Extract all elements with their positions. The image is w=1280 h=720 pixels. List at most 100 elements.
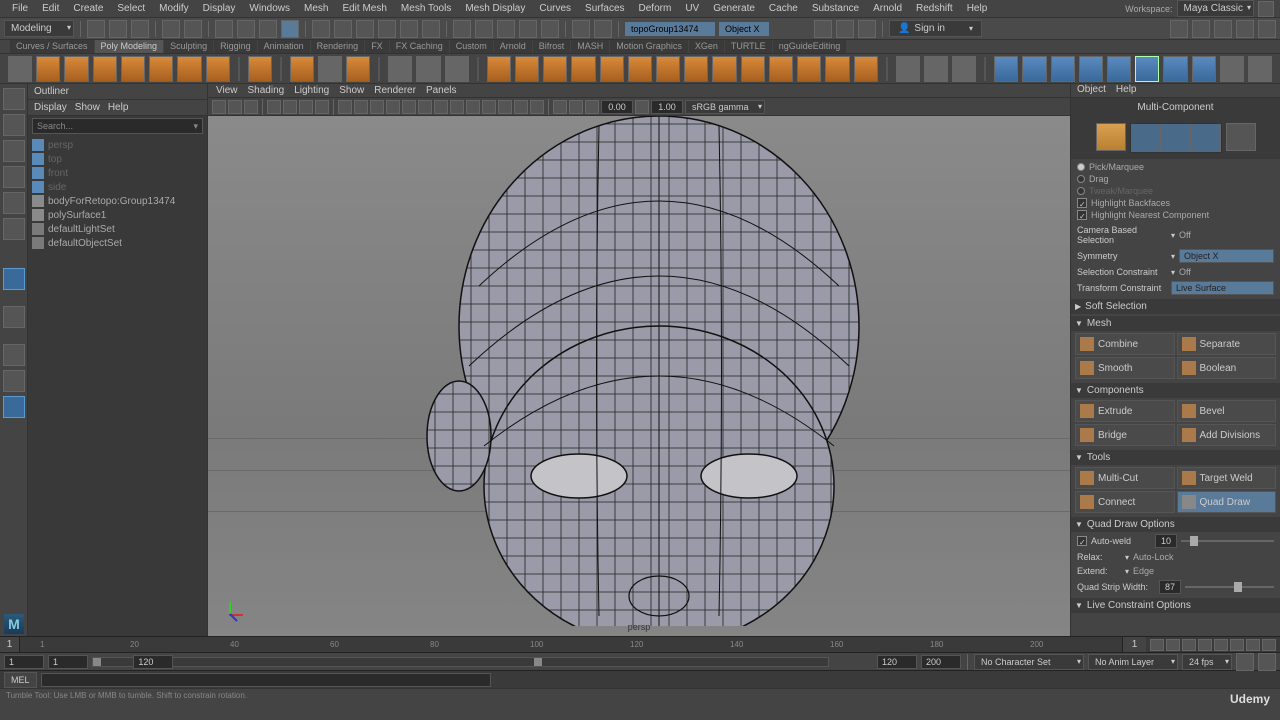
menu-modify[interactable]: Modify	[153, 1, 194, 16]
quadstrip-value[interactable]: 87	[1159, 580, 1181, 594]
soft-selection-section[interactable]: ▶Soft Selection	[1071, 299, 1280, 314]
selection-name-field[interactable]: topoGroup13474	[625, 22, 715, 36]
svg-icon[interactable]	[318, 56, 342, 82]
shelf-toggle-icon[interactable]	[8, 56, 32, 82]
layout-1-icon[interactable]	[1170, 20, 1188, 38]
add-divisions-button[interactable]: Add Divisions	[1177, 424, 1277, 446]
smooth-icon[interactable]	[487, 56, 511, 82]
redo-icon[interactable]	[184, 20, 202, 38]
sidebar-toggle-icon[interactable]	[814, 20, 832, 38]
separate-icon[interactable]	[416, 56, 440, 82]
relax-value[interactable]: Auto-Lock	[1133, 552, 1174, 562]
lasso-icon[interactable]	[237, 20, 255, 38]
highlight-backfaces-check[interactable]: Highlight Backfaces	[1077, 197, 1274, 209]
snap-live-icon[interactable]	[400, 20, 418, 38]
vp-xray-joints-icon[interactable]	[553, 100, 567, 114]
tab-fx[interactable]: FX	[365, 40, 389, 53]
menu-meshtools[interactable]: Mesh Tools	[395, 1, 457, 16]
outliner-item-side[interactable]: side	[32, 180, 203, 194]
symmetry-value[interactable]: Object X	[1179, 249, 1274, 263]
multicut-icon[interactable]	[896, 56, 920, 82]
quadstrip-slider[interactable]	[1185, 586, 1274, 588]
tab-sculpting[interactable]: Sculpting	[164, 40, 213, 53]
tab-xgen[interactable]: XGen	[689, 40, 724, 53]
retopo-icon[interactable]	[543, 56, 567, 82]
tab-curves[interactable]: Curves / Surfaces	[10, 40, 94, 53]
targetweld-button[interactable]: Target Weld	[1177, 467, 1277, 489]
append-icon[interactable]	[769, 56, 793, 82]
cmd-lang-label[interactable]: MEL	[4, 672, 37, 688]
subdiv-icon[interactable]	[515, 56, 539, 82]
menu-mesh[interactable]: Mesh	[298, 1, 334, 16]
vp-two-sided-icon[interactable]	[530, 100, 544, 114]
tools-section[interactable]: ▼Tools	[1071, 450, 1280, 465]
quaddraw-s8-icon[interactable]	[1192, 56, 1216, 82]
outliner-item-front[interactable]: front	[32, 166, 203, 180]
platonic-icon[interactable]	[248, 56, 272, 82]
range-start-field[interactable]: 1	[48, 655, 88, 669]
tab-fxcaching[interactable]: FX Caching	[390, 40, 449, 53]
render-settings-icon[interactable]	[497, 20, 515, 38]
animlayer-dropdown[interactable]: No Anim Layer	[1088, 654, 1178, 670]
tab-rendering[interactable]: Rendering	[311, 40, 365, 53]
vp-isolate-icon[interactable]	[418, 100, 432, 114]
triangulate-icon[interactable]	[571, 56, 595, 82]
tab-animation[interactable]: Animation	[258, 40, 310, 53]
vp-dof-icon[interactable]	[498, 100, 512, 114]
range-slider[interactable]	[92, 657, 829, 667]
poly-disc-icon[interactable]	[206, 56, 230, 82]
go-end-icon[interactable]	[1230, 639, 1244, 651]
step-back-icon[interactable]	[1166, 639, 1180, 651]
key-icon[interactable]	[836, 20, 854, 38]
snap-point-icon[interactable]	[356, 20, 374, 38]
select-tool-icon[interactable]	[3, 88, 25, 110]
vp-lights-icon[interactable]	[386, 100, 400, 114]
layout-icon[interactable]	[594, 20, 612, 38]
quaddraw-s7-icon[interactable]	[1163, 56, 1187, 82]
quaddraw-s4-icon[interactable]	[1079, 56, 1103, 82]
open-scene-icon[interactable]	[109, 20, 127, 38]
signin-button[interactable]: 👤Sign in	[889, 20, 982, 37]
play-fwd-icon[interactable]	[1198, 639, 1212, 651]
vp-aa-icon[interactable]	[482, 100, 496, 114]
mesh-section[interactable]: ▼Mesh	[1071, 316, 1280, 331]
vp-component-icon[interactable]	[569, 100, 583, 114]
layout-custom-icon[interactable]	[3, 396, 25, 418]
poly-cube-icon[interactable]	[64, 56, 88, 82]
poly-cylinder-icon[interactable]	[93, 56, 117, 82]
select-mode-icon[interactable]	[215, 20, 233, 38]
vp-exposure-icon[interactable]	[585, 100, 599, 114]
poly-plane-icon[interactable]	[149, 56, 173, 82]
menu-uv[interactable]: UV	[679, 1, 705, 16]
outliner-item-top[interactable]: top	[32, 152, 203, 166]
range-cur-field[interactable]: 120	[133, 655, 173, 669]
camera-based-value[interactable]: Off	[1179, 230, 1191, 240]
uv-mode-icon[interactable]	[1226, 123, 1256, 151]
vp-film-gate-icon[interactable]	[283, 100, 297, 114]
vp-menu-panels[interactable]: Panels	[426, 85, 457, 96]
go-start-icon[interactable]	[1150, 639, 1164, 651]
type-tool-icon[interactable]	[290, 56, 314, 82]
vp-gamma-value[interactable]: 1.00	[651, 100, 683, 114]
outliner-menu-help[interactable]: Help	[108, 102, 129, 113]
menu-editmesh[interactable]: Edit Mesh	[336, 1, 392, 16]
prefs-icon[interactable]	[1258, 653, 1276, 671]
extrude-icon[interactable]	[684, 56, 708, 82]
quaddraw-s3-icon[interactable]	[1051, 56, 1075, 82]
tab-motion[interactable]: Motion Graphics	[610, 40, 688, 53]
quaddraw-s1-icon[interactable]	[994, 56, 1018, 82]
outliner-menu-display[interactable]: Display	[34, 102, 67, 113]
workspace-dropdown[interactable]: Maya Classic	[1177, 0, 1254, 17]
save-scene-icon[interactable]	[131, 20, 149, 38]
vp-ao-icon[interactable]	[450, 100, 464, 114]
object-mode-icon[interactable]	[1096, 123, 1126, 151]
face-mode-icon[interactable]	[1191, 124, 1221, 152]
menu-windows[interactable]: Windows	[243, 1, 296, 16]
extend-value[interactable]: Edge	[1133, 566, 1154, 576]
menu-cache[interactable]: Cache	[763, 1, 804, 16]
menu-generate[interactable]: Generate	[707, 1, 761, 16]
live-constraint-section[interactable]: ▼Live Constraint Options	[1071, 598, 1280, 613]
bridge-button[interactable]: Bridge	[1075, 424, 1175, 446]
viewport-canvas[interactable]: Symmetry: Object X	[208, 116, 1070, 636]
step-fwd-icon[interactable]	[1214, 639, 1228, 651]
